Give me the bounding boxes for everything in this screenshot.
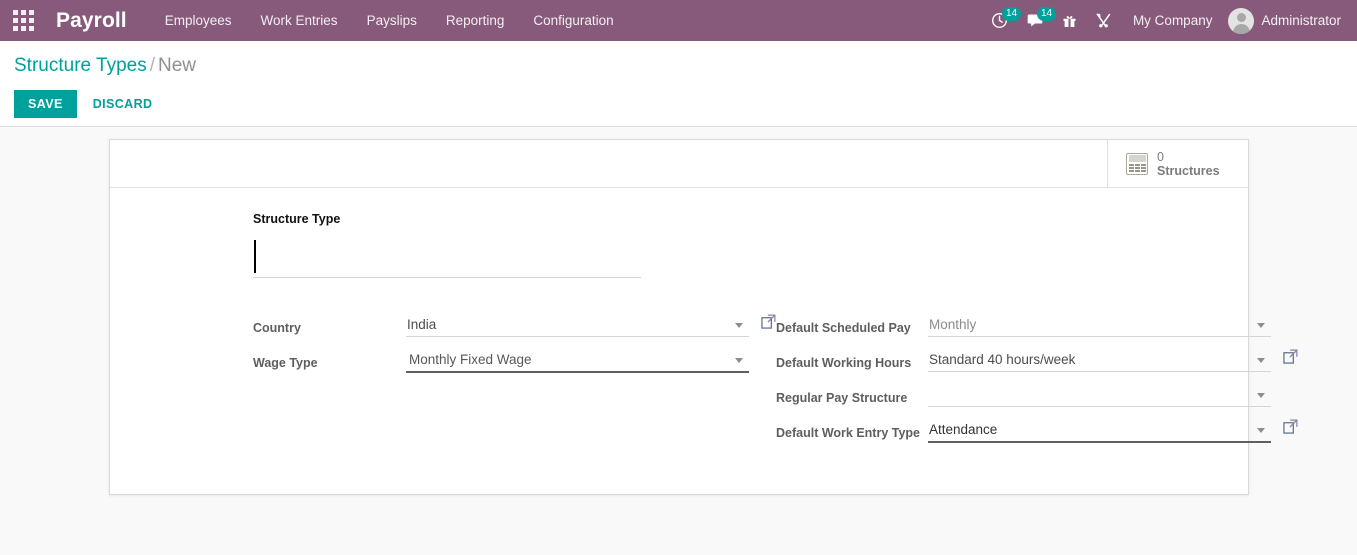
apps-menu-button[interactable] [0,0,46,41]
breadcrumb-structure-types[interactable]: Structure Types [14,55,147,76]
default-working-hours-label: Default Working Hours [776,356,912,370]
gift-icon [1063,15,1076,27]
country-label: Country [253,321,301,335]
wage-type-input[interactable] [406,349,749,373]
structure-type-label: Structure Type [253,212,341,226]
default-working-hours-input[interactable] [928,349,1271,372]
default-work-entry-type-external-link-icon[interactable] [1283,419,1298,434]
stat-button-structures[interactable]: 0 Structures [1107,140,1248,187]
wage-type-label: Wage Type [253,356,318,370]
save-button[interactable]: SAVE [14,90,77,118]
form-view: 0 Structures Structure Type Country Indi… [0,127,1357,495]
messages-button[interactable]: 14 [1017,0,1057,41]
country-input[interactable] [406,314,749,337]
right-column: Default Scheduled Pay Default Working Ho… [776,314,1298,454]
field-row-default-working-hours: Default Working Hours [776,349,1298,377]
default-work-entry-type-input[interactable] [928,419,1271,443]
menu-item-reporting[interactable]: Reporting [444,9,507,32]
left-column: Country Wage Type [253,314,776,454]
user-avatar-icon [1228,7,1255,34]
user-name-label: Administrator [1261,13,1341,28]
field-row-wage-type: Wage Type [253,349,776,377]
breadcrumb: Structure Types / New [14,41,1343,78]
app-brand-payroll[interactable]: Payroll [56,9,127,33]
activities-button[interactable]: 14 [982,0,1022,41]
field-row-default-scheduled-pay: Default Scheduled Pay [776,314,1298,342]
breadcrumb-current: New [158,55,197,76]
default-scheduled-pay-input[interactable] [928,314,1271,337]
menu-item-employees[interactable]: Employees [163,9,234,32]
company-switcher[interactable]: My Company [1121,13,1225,28]
menu-item-configuration[interactable]: Configuration [531,9,615,32]
structure-type-input[interactable] [253,238,641,278]
control-panel: Structure Types / New SAVE DISCARD [0,41,1357,127]
stat-value-structures: 0 [1157,149,1164,164]
top-navbar: Payroll Employees Work Entries Payslips … [0,0,1357,41]
form-sheet: 0 Structures Structure Type Country Indi… [109,139,1298,495]
control-panel-buttons: SAVE DISCARD [14,90,1343,118]
breadcrumb-separator: / [149,55,155,76]
field-row-regular-pay-structure: Regular Pay Structure [776,384,1298,412]
systray: 14 14 My Company Administrator [982,0,1349,41]
field-row-default-work-entry-type: Default Work Entry Type [776,419,1298,447]
gift-button[interactable] [1053,0,1086,41]
default-work-entry-type-label: Default Work Entry Type [776,426,921,440]
discard-button[interactable]: DISCARD [81,90,165,118]
apps-grid-icon [12,10,34,31]
form-body: Structure Type Country India Wage Type M… [110,188,1298,494]
developer-tools-button[interactable] [1086,0,1121,41]
name-field-group: Structure Type [110,212,1248,278]
menu-item-work-entries[interactable]: Work Entries [259,9,340,32]
country-external-link-icon[interactable] [761,314,776,329]
default-scheduled-pay-label: Default Scheduled Pay [776,321,911,335]
stat-label-structures: Structures [1157,163,1220,178]
tools-icon [1096,13,1111,28]
regular-pay-structure-input[interactable] [928,384,1271,407]
button-box: 0 Structures [110,140,1248,188]
default-working-hours-external-link-icon[interactable] [1283,349,1298,364]
menu-item-payslips[interactable]: Payslips [365,9,419,32]
regular-pay-structure-label: Regular Pay Structure [776,391,908,405]
field-columns: Country Wage Type [110,314,1298,454]
main-menu: Employees Work Entries Payslips Reportin… [163,9,616,32]
user-menu[interactable]: Administrator [1224,7,1349,34]
field-row-country: Country [253,314,776,342]
calculator-icon [1126,152,1148,175]
